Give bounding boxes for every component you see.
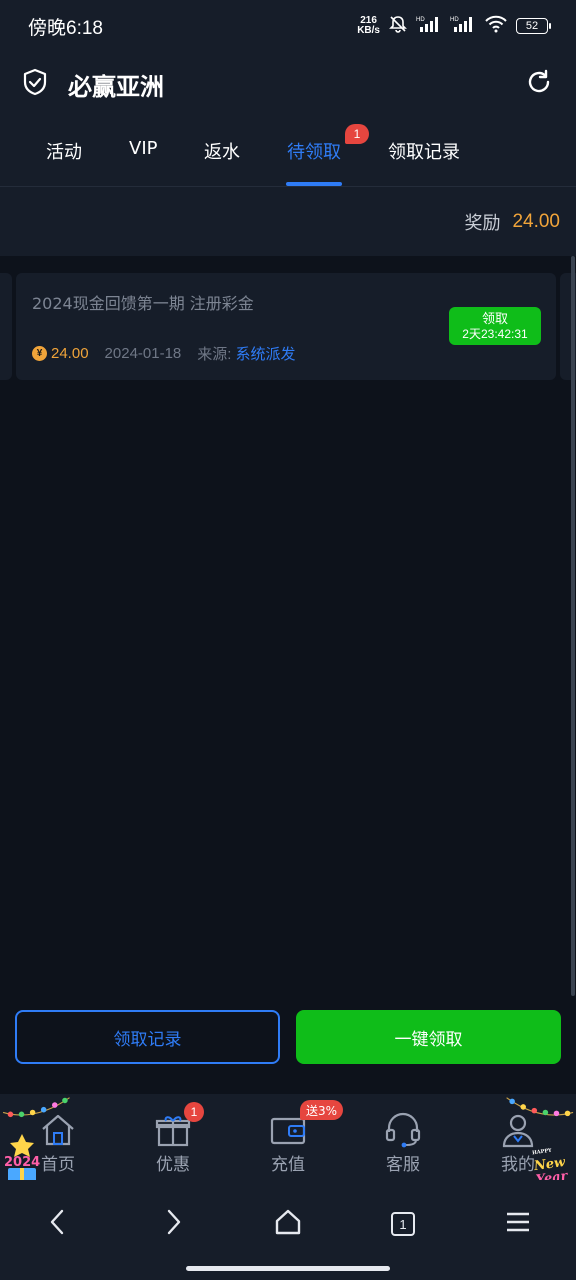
reward-amount: 24.00 [51, 345, 89, 362]
active-tab-indicator [286, 182, 342, 186]
system-nav: 1 [0, 1180, 576, 1280]
chevron-right-icon [163, 1208, 183, 1240]
reward-card: 2024现金回馈第一期 注册彩金 ¥ 24.00 2024-01-18 来源: … [16, 273, 556, 380]
svg-text:HD: HD [450, 17, 459, 23]
screen: 傍晚6:18 216 KB/s HD HD 52 必赢亚洲 活动 VIP 返水 … [0, 0, 576, 1280]
headset-icon [363, 1112, 443, 1148]
tab-pending[interactable]: 待领取 [287, 138, 341, 164]
reward-date: 2024-01-18 [104, 345, 182, 362]
refresh-icon [525, 68, 553, 100]
status-icons: 216 KB/s HD HD 52 [357, 14, 551, 38]
svg-text:HD: HD [416, 17, 425, 23]
app-header: 必赢亚洲 [0, 52, 576, 116]
tab-rebate[interactable]: 返水 [204, 138, 240, 164]
claim-all-button[interactable]: 一键领取 [296, 1010, 561, 1064]
tab-claim-history[interactable]: 领取记录 [388, 138, 460, 164]
network-speed: 216 KB/s [357, 16, 380, 36]
tab-pending-badge: 1 [345, 124, 369, 144]
promotions-badge: 1 [184, 1102, 204, 1122]
signal-icon: HD [450, 15, 476, 37]
menu-button[interactable] [498, 1206, 538, 1242]
nav-deposit[interactable]: 充值 [248, 1112, 328, 1175]
reward-title: 2024现金回馈第一期 注册彩金 [32, 294, 254, 313]
nav-support-label: 客服 [386, 1155, 420, 1175]
reward-source: 系统派发 [235, 346, 296, 363]
signal-icon: HD [416, 15, 442, 37]
bell-muted-icon [388, 14, 408, 38]
menu-icon [505, 1210, 531, 1238]
tab-bar: 活动 VIP 返水 待领取 1 领取记录 [0, 116, 576, 187]
user-icon [478, 1112, 558, 1148]
deposit-promo-badge: 送3% [300, 1100, 344, 1120]
claim-button[interactable]: 领取 2天23:42:31 [449, 307, 541, 345]
deco-year-text: 2024 [4, 1155, 40, 1170]
chevron-left-icon [48, 1208, 68, 1240]
forward-button[interactable] [153, 1206, 193, 1242]
nav-support[interactable]: 客服 [363, 1112, 443, 1175]
refresh-button[interactable] [524, 69, 554, 99]
prev-card-edge [0, 273, 12, 380]
status-time: 傍晚6:18 [28, 17, 103, 39]
back-button[interactable] [38, 1206, 78, 1242]
reward-summary-value: 24.00 [512, 210, 560, 232]
wifi-icon [484, 15, 508, 37]
claim-history-button[interactable]: 领取记录 [15, 1010, 280, 1064]
tab-count: 1 [391, 1212, 415, 1236]
claim-countdown: 2天23:42:31 [462, 326, 528, 341]
nav-deposit-label: 充值 [271, 1155, 305, 1175]
status-bar: 傍晚6:18 216 KB/s HD HD 52 [0, 0, 576, 52]
house-icon [274, 1208, 302, 1240]
page-title: 必赢亚洲 [68, 72, 164, 101]
nav-promotions-label: 优惠 [156, 1155, 190, 1175]
scrollbar[interactable] [571, 256, 575, 996]
claim-button-label: 领取 [481, 311, 508, 327]
shield-icon [22, 68, 48, 100]
tab-activity[interactable]: 活动 [46, 138, 82, 164]
home-button[interactable] [268, 1206, 308, 1242]
network-speed-unit: KB/s [357, 25, 380, 36]
reward-summary-label: 奖励 [464, 212, 501, 234]
bottom-nav: 首页 优惠 1 充值 送3% 客服 我的 2024 HAPPY New Year [0, 1094, 576, 1188]
reward-summary: 奖励 24.00 [0, 187, 576, 256]
reward-meta: ¥ 24.00 2024-01-18 来源: 系统派发 [32, 343, 295, 364]
tabs-button[interactable]: 1 [383, 1206, 423, 1242]
coin-icon: ¥ [32, 346, 47, 361]
gesture-bar[interactable] [186, 1266, 390, 1271]
tab-vip[interactable]: VIP [129, 138, 157, 159]
nav-promotions[interactable]: 优惠 [133, 1112, 213, 1175]
reward-source-label: 来源: [197, 346, 232, 363]
battery-icon: 52 [516, 18, 551, 34]
